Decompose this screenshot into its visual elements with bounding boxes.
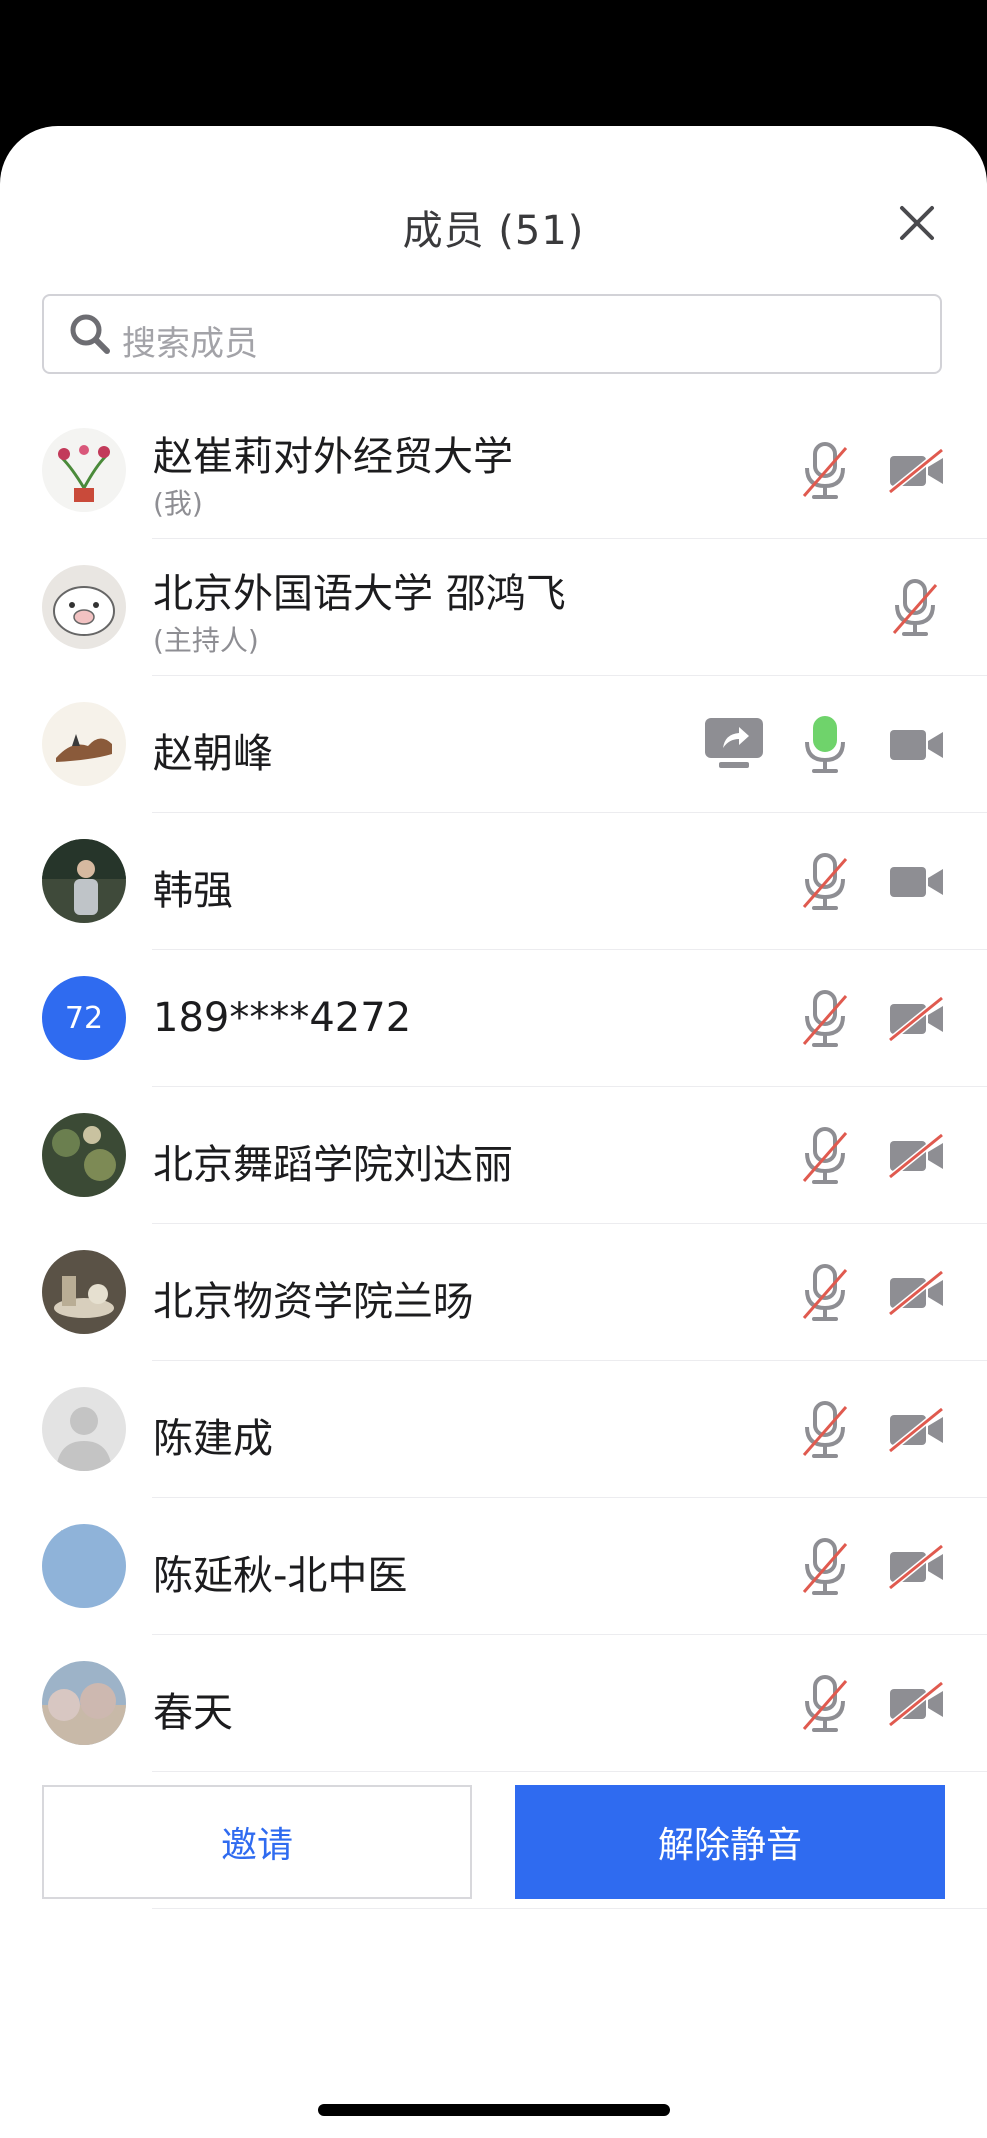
member-row[interactable]: 赵崔莉对外经贸大学 (我) xyxy=(0,402,987,539)
invite-button[interactable]: 邀请 xyxy=(42,1785,472,1899)
camera-off-icon[interactable] xyxy=(888,1268,946,1318)
microphone-muted-icon[interactable] xyxy=(798,1399,852,1461)
camera-off-icon[interactable] xyxy=(888,1131,946,1181)
member-name: 北京舞蹈学院刘达丽 xyxy=(153,1142,513,1188)
member-row[interactable]: 北京物资学院兰旸 xyxy=(0,1224,987,1361)
panel-title: 成员 (51) xyxy=(402,208,585,254)
member-row[interactable]: 北京外国语大学 邵鸿飞 (主持人) xyxy=(0,539,987,676)
avatar: 72 xyxy=(42,976,126,1060)
member-name: 赵朝峰 xyxy=(153,731,273,777)
microphone-muted-icon[interactable] xyxy=(798,1536,852,1598)
member-name: 北京物资学院兰旸 xyxy=(153,1279,473,1325)
search-input[interactable]: 搜索成员 xyxy=(42,294,942,374)
microphone-muted-icon[interactable] xyxy=(798,851,852,913)
person-photo-avatar xyxy=(42,839,126,923)
microphone-icon[interactable] xyxy=(798,714,852,776)
sky-photo-avatar xyxy=(42,1524,126,1608)
member-name: 春天 xyxy=(153,1690,233,1736)
microphone-muted-icon[interactable] xyxy=(798,1125,852,1187)
camera-off-icon[interactable] xyxy=(888,446,946,496)
member-row[interactable]: 72 189****4272 xyxy=(0,950,987,1087)
member-name: 陈延秋-北中医 xyxy=(153,1553,408,1599)
camera-off-icon[interactable] xyxy=(888,1405,946,1455)
microphone-muted-icon[interactable] xyxy=(798,440,852,502)
spring-trees-avatar xyxy=(42,1661,126,1745)
camera-off-icon[interactable] xyxy=(888,1679,946,1729)
home-indicator xyxy=(318,2104,670,2116)
painting-avatar xyxy=(42,702,126,786)
microphone-muted-icon[interactable] xyxy=(888,577,942,639)
member-row[interactable]: 陈建成 xyxy=(0,1361,987,1498)
row-divider xyxy=(152,1908,987,1909)
microphone-muted-icon[interactable] xyxy=(798,988,852,1050)
member-row[interactable]: 陈延秋-北中医 xyxy=(0,1498,987,1635)
member-role: (主持人) xyxy=(153,624,259,657)
screen-share-icon[interactable] xyxy=(703,716,765,772)
panel-header: 成员 (51) 搜索成员 xyxy=(0,126,987,374)
camera-off-icon[interactable] xyxy=(888,1542,946,1592)
member-row[interactable]: 北京舞蹈学院刘达丽 xyxy=(0,1087,987,1224)
member-row[interactable]: 春天 xyxy=(0,1635,987,1772)
member-list: 赵崔莉对外经贸大学 (我) 北京外国语大学 邵鸿飞 (主持人) 赵朝峰 韩强 7… xyxy=(0,402,987,1909)
orchid-photo-avatar xyxy=(42,428,126,512)
member-name: 189****4272 xyxy=(153,995,412,1041)
member-row[interactable]: 韩强 xyxy=(0,813,987,950)
microphone-muted-icon[interactable] xyxy=(798,1673,852,1735)
pig-cartoon-avatar xyxy=(42,565,126,649)
search-icon xyxy=(68,312,112,356)
member-name: 赵崔莉对外经贸大学 xyxy=(153,434,513,480)
camera-icon[interactable] xyxy=(888,720,946,770)
lotus-photo-avatar xyxy=(42,1113,126,1197)
microphone-muted-icon[interactable] xyxy=(798,1262,852,1324)
member-name: 北京外国语大学 邵鸿飞 xyxy=(153,571,566,617)
close-icon[interactable] xyxy=(894,200,940,246)
search-placeholder: 搜索成员 xyxy=(122,324,258,364)
camera-off-icon[interactable] xyxy=(888,994,946,1044)
default-avatar xyxy=(42,1387,126,1471)
member-name: 陈建成 xyxy=(153,1416,273,1462)
unmute-all-button[interactable]: 解除静音 xyxy=(515,1785,945,1899)
member-row[interactable]: 赵朝峰 xyxy=(0,676,987,813)
member-name: 韩强 xyxy=(153,868,233,914)
camera-icon[interactable] xyxy=(888,857,946,907)
still-life-photo-avatar xyxy=(42,1250,126,1334)
member-role: (我) xyxy=(153,487,203,520)
members-panel: 成员 (51) 搜索成员 赵崔莉对外经贸大学 (我) 北京外国语大学 邵鸿飞 (… xyxy=(0,126,987,2138)
